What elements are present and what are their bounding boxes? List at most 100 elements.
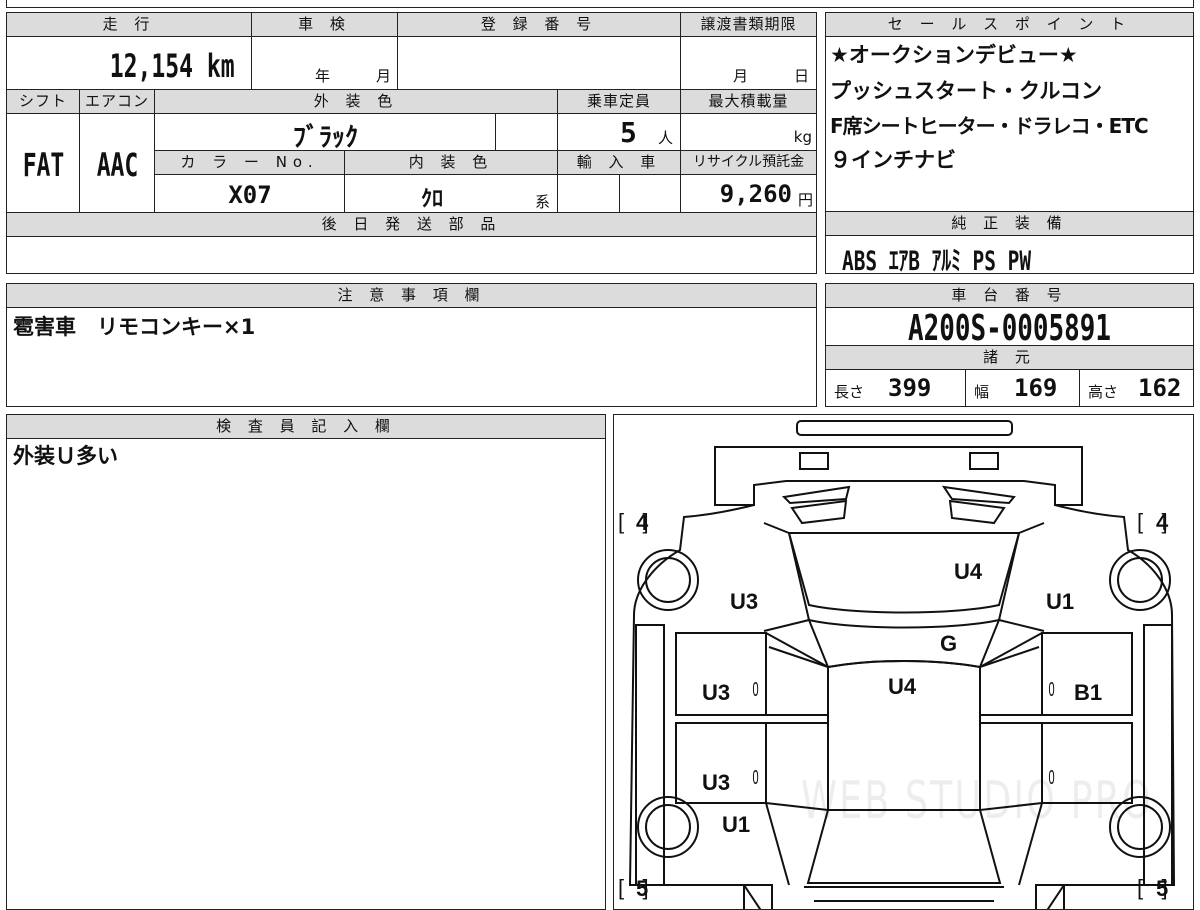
registration-value-cell [398, 37, 681, 90]
car-diagram [628, 420, 1176, 909]
exterior-color-extra-cell [496, 114, 558, 151]
sales-points-line-2: プッシュスタート・クルコン [830, 79, 1102, 103]
vehicle-info-table: 走 行 車 検 登 録 番 号 譲渡書類期限 12,154 km 年 月 月 日… [6, 12, 817, 274]
headlight-left-shape [781, 485, 851, 505]
color-no-value: X07 [228, 181, 272, 209]
inspector-header: 検 査 員 記 入 欄 [7, 415, 605, 439]
mark-rear-left-quarter: U1 [722, 812, 751, 837]
spec-length-value: 399 [888, 374, 932, 402]
recycle-value-cell: 9,260 円 [681, 175, 816, 213]
recycle-unit: 円 [797, 191, 813, 209]
sales-points-line-4: ９インチナビ [830, 148, 956, 172]
interior-color-value: ｸﾛ [421, 187, 444, 212]
import-value-cell-1 [558, 175, 620, 213]
spec-length-cell: 長さ 399 [826, 370, 966, 406]
mark-hood: U4 [954, 559, 983, 584]
sales-points-panel: セ ー ル ス ポ イ ン ト ★オークションデビュー★ プッシュスタート・クル… [825, 12, 1194, 212]
later-parts-value-cell [7, 237, 816, 273]
chassis-value: A200S-0005891 [908, 308, 1111, 346]
shift-label: シフト [7, 90, 80, 114]
sales-points-line-3: F席シートヒーター・ドラレコ・ETC [830, 114, 1149, 138]
shift-value: FAT [22, 146, 65, 184]
inspector-panel: 検 査 員 記 入 欄 外装Ｕ多い [6, 414, 606, 910]
equipment-value: ABS ｴｱB ｱﾙﾐ PS PW [842, 246, 1032, 277]
inspection-value-cell: 年 月 [252, 37, 398, 90]
spec-width-cell: 幅 169 [966, 370, 1080, 406]
recycle-value: 9,260 [719, 180, 792, 208]
recycle-label: リサイクル預託金 [681, 151, 816, 175]
chassis-panel: 車 台 番 号 A200S-0005891 諸 元 長さ 399 幅 169 高… [825, 283, 1194, 407]
max-load-unit: kg [793, 128, 812, 146]
inspection-label: 車 検 [252, 13, 398, 37]
zero-front-right-door: 0 [1048, 679, 1055, 701]
exterior-color-value-cell: ﾌﾞﾗｯｸ [155, 114, 496, 151]
capacity-unit: 人 [658, 129, 674, 147]
aircon-value-cell: AAC [80, 114, 155, 213]
zero-rear-right-door: 0 [1048, 767, 1055, 789]
capacity-value-cell: 5 人 [558, 114, 681, 151]
spec-width-value: 169 [1014, 374, 1058, 402]
interior-color-suffix: 系 [535, 193, 551, 211]
sales-points-header: セ ー ル ス ポ イ ン ト [826, 13, 1193, 37]
aircon-label: エアコン [80, 90, 155, 114]
specs-header: 諸 元 [826, 346, 1193, 370]
mileage-value: 12,154 km [109, 47, 235, 85]
spec-width-label: 幅 [974, 383, 990, 401]
capacity-value: 5 [620, 116, 637, 149]
transfer-day-unit: 日 [794, 67, 810, 85]
spec-height-value: 162 [1138, 374, 1182, 402]
max-load-value-cell: kg [681, 114, 816, 151]
capacity-label: 乗車定員 [558, 90, 681, 114]
transfer-deadline-label: 譲渡書類期限 [681, 13, 816, 37]
max-load-label: 最大積載量 [681, 90, 816, 114]
notes-panel: 注 意 事 項 欄 雹害車 リモコンキー×1 [6, 283, 817, 407]
chassis-header: 車 台 番 号 [826, 284, 1193, 308]
color-no-label: カ ラ ー No. [155, 151, 345, 175]
equipment-panel: 純 正 装 備 ABS ｴｱB ｱﾙﾐ PS PW [825, 212, 1194, 277]
mark-front-left-fender: U3 [730, 589, 759, 614]
mark-windshield: G [940, 631, 958, 656]
import-label: 輸 入 車 [558, 151, 681, 175]
spec-height-cell: 高さ 162 [1080, 370, 1193, 406]
tire-rear-left-value: 5 [636, 876, 649, 901]
interior-color-value-cell: ｸﾛ 系 [345, 175, 558, 213]
exterior-color-value: ﾌﾞﾗｯｸ [292, 123, 358, 151]
equipment-header: 純 正 装 備 [826, 212, 1193, 236]
mileage-value-cell: 12,154 km [7, 37, 252, 90]
spec-height-label: 高さ [1088, 383, 1119, 401]
front-section-shape [714, 446, 1083, 506]
notes-value: 雹害車 リモコンキー×1 [13, 315, 256, 339]
inspection-year-unit: 年 [315, 67, 331, 85]
zero-rear-left-door: 0 [752, 767, 759, 789]
car-diagram-panel: WEB STUDIO PRO [ ] 4 [ ] 4 [ ] 5 [ ] 5 U… [613, 414, 1194, 910]
chassis-value-cell: A200S-0005891 [826, 308, 1193, 346]
exterior-color-label: 外 装 色 [155, 90, 558, 114]
mark-front-right-door: B1 [1074, 680, 1103, 705]
interior-color-label: 内 装 色 [345, 151, 558, 175]
registration-label: 登 録 番 号 [398, 13, 681, 37]
mark-front-left-door: U3 [702, 680, 731, 705]
shift-value-cell: FAT [7, 114, 80, 213]
later-parts-label: 後 日 発 送 部 品 [7, 213, 816, 237]
transfer-deadline-value-cell: 月 日 [681, 37, 816, 90]
mileage-label: 走 行 [7, 13, 252, 37]
aircon-value: AAC [96, 146, 139, 184]
hood-shape [787, 532, 1021, 614]
tire-rear-right-value: 5 [1156, 876, 1169, 901]
body-outline-shape [628, 504, 1176, 909]
mark-front-right-fender: U1 [1046, 589, 1075, 614]
tire-front-left-value: 4 [636, 510, 649, 535]
import-value-cell-2 [620, 175, 681, 213]
spec-length-label: 長さ [834, 383, 865, 401]
windshield-shape [807, 618, 1001, 669]
mark-roof: U4 [888, 674, 917, 699]
front-bumper-shape [796, 420, 1013, 436]
top-strip [6, 0, 1194, 8]
sales-points-line-1: ★オークションデビュー★ [830, 43, 1078, 67]
inspector-value: 外装Ｕ多い [13, 444, 118, 468]
tire-front-right-value: 4 [1156, 510, 1169, 535]
notes-header: 注 意 事 項 欄 [7, 284, 816, 308]
watermark-text: WEB STUDIO PRO [801, 771, 1153, 831]
zero-front-left-door: 0 [752, 679, 759, 701]
mark-rear-left-door: U3 [702, 770, 731, 795]
